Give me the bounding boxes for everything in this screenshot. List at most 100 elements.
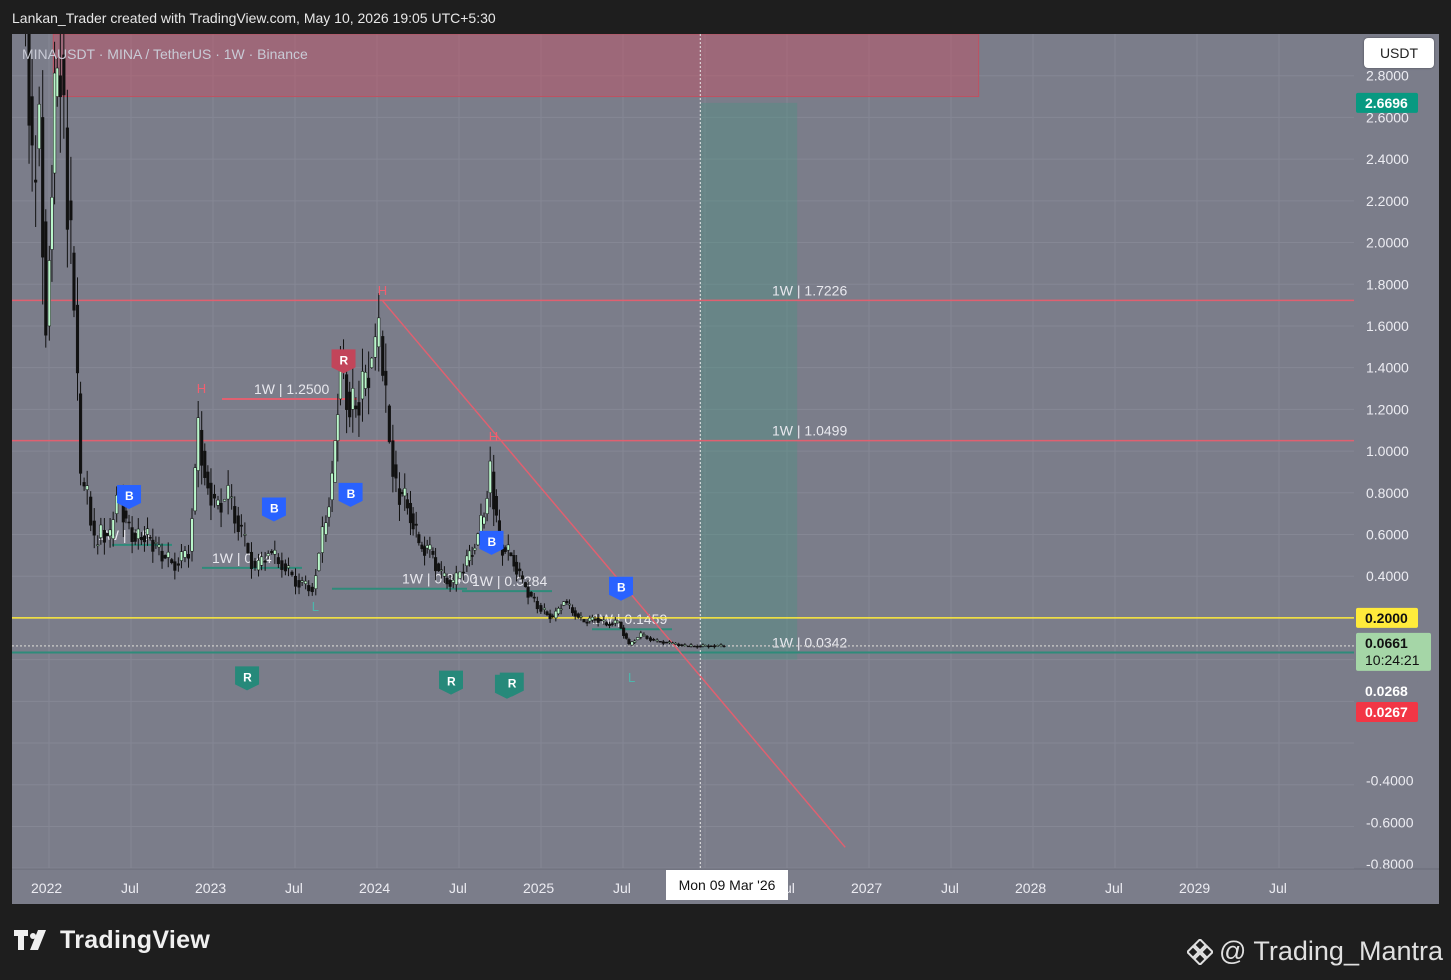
- candle-body: [314, 575, 318, 589]
- candle-body: [692, 645, 696, 648]
- tradingview-logo[interactable]: TradingView: [14, 926, 210, 955]
- candle-body: [55, 67, 59, 97]
- price-axis-label: 1.2000: [1366, 401, 1409, 417]
- signal-marker-text: B: [347, 487, 356, 501]
- time-axis-label: 2028: [1015, 880, 1046, 896]
- candle-body: [403, 488, 407, 497]
- candle-body: [256, 560, 261, 571]
- candle-body: [176, 563, 180, 566]
- candle-body: [183, 550, 187, 558]
- candle-body: [253, 560, 257, 568]
- symbol-title: MINAUSDT · MINA / TetherUS · 1W · Binanc…: [22, 46, 308, 62]
- candle-body: [622, 627, 626, 636]
- candle-body: [320, 526, 324, 553]
- candle-body: [428, 544, 432, 550]
- candle-body: [639, 632, 643, 638]
- candle-body: [30, 96, 34, 146]
- price-tag-value: 0.2000: [1365, 610, 1408, 626]
- candle-body: [704, 645, 708, 647]
- swing-high-label: H: [197, 381, 206, 396]
- price-axis-label: -0.8000: [1366, 856, 1414, 872]
- candle-body: [590, 616, 594, 621]
- candle-body: [599, 619, 603, 622]
- candle-body: [260, 556, 264, 566]
- candle-body: [209, 482, 213, 506]
- candle-body: [512, 555, 516, 567]
- candle-body: [139, 537, 143, 541]
- currency-button[interactable]: USDT: [1364, 38, 1434, 68]
- candle-body: [485, 498, 489, 514]
- candle-body: [223, 499, 227, 502]
- candle-body: [630, 641, 634, 646]
- candle-body: [454, 572, 458, 585]
- candle-body: [602, 619, 606, 622]
- candle-body: [310, 586, 314, 593]
- candle-body: [290, 571, 294, 576]
- candle-body: [276, 557, 280, 565]
- swing-low-label: L: [312, 599, 319, 614]
- candle-body: [216, 499, 220, 506]
- candle-body: [130, 527, 134, 542]
- candle-body: [627, 639, 631, 645]
- candle-body: [642, 634, 646, 636]
- candle-body: [582, 619, 586, 623]
- candle-body: [273, 549, 277, 555]
- candle-body: [445, 578, 449, 585]
- candle-body: [330, 472, 334, 500]
- candle-body: [414, 523, 418, 526]
- candle-body: [154, 542, 158, 544]
- candle-body: [133, 532, 137, 542]
- candle-body: [610, 623, 614, 625]
- price-tag-value: 0.0267: [1365, 704, 1408, 720]
- candle-body: [82, 482, 86, 487]
- candle-body: [89, 496, 93, 526]
- chart-frame[interactable]: 1W | 1.7226 1W | 1.0499 1W | 1.2500 1W | 0.…: [12, 34, 1439, 904]
- candle-body: [523, 582, 527, 588]
- candle-body: [655, 639, 659, 642]
- candle-body: [515, 561, 519, 575]
- time-axis-label: 2024: [359, 880, 390, 896]
- candle-body: [96, 544, 100, 547]
- price-axis-label: 1.0000: [1366, 443, 1409, 459]
- price-axis-label: 0.8000: [1366, 485, 1409, 501]
- candle-body: [548, 613, 552, 620]
- candle-body: [567, 603, 572, 606]
- candle-body: [661, 641, 665, 644]
- signal-marker-text: B: [270, 501, 279, 515]
- candle-body: [636, 637, 640, 641]
- time-axis-label: 2023: [195, 880, 226, 896]
- candle-body: [470, 555, 474, 557]
- price-axis-label: 2.2000: [1366, 193, 1409, 209]
- candle-body: [367, 377, 371, 388]
- price-tag-value: 0.0268: [1365, 683, 1408, 699]
- candle-body: [384, 370, 388, 386]
- price-axis-label: 0.6000: [1366, 527, 1409, 543]
- candle-body: [108, 529, 112, 537]
- candle-body: [585, 621, 589, 624]
- candle-body: [200, 429, 204, 466]
- candle-body: [535, 600, 539, 610]
- candle-body: [166, 551, 170, 558]
- candle-body: [336, 414, 340, 441]
- candle-body: [494, 496, 498, 516]
- candle-body: [354, 405, 358, 410]
- candle-body: [69, 200, 73, 221]
- swing-high-label: H: [489, 429, 498, 444]
- price-tag-value: 2.6696: [1365, 95, 1408, 111]
- candle-body: [451, 579, 455, 583]
- candle-body: [532, 596, 536, 599]
- candle-body: [448, 580, 452, 587]
- candle-body: [333, 440, 337, 483]
- candle-body: [573, 610, 577, 617]
- candle-body: [286, 565, 291, 569]
- level-label: 1W | 1.2500: [254, 381, 329, 397]
- price-axis-label: 1.8000: [1366, 276, 1409, 292]
- candle-body: [293, 575, 298, 587]
- candle-body: [345, 374, 349, 410]
- price-chart[interactable]: 1W | 1.7226 1W | 1.0499 1W | 1.2500 1W | 0.…: [12, 34, 1439, 904]
- signal-marker-text: B: [125, 489, 134, 503]
- candle-body: [434, 557, 438, 572]
- candle-body: [593, 618, 597, 621]
- candle-body: [624, 633, 628, 639]
- price-axis-label: -0.4000: [1366, 773, 1414, 789]
